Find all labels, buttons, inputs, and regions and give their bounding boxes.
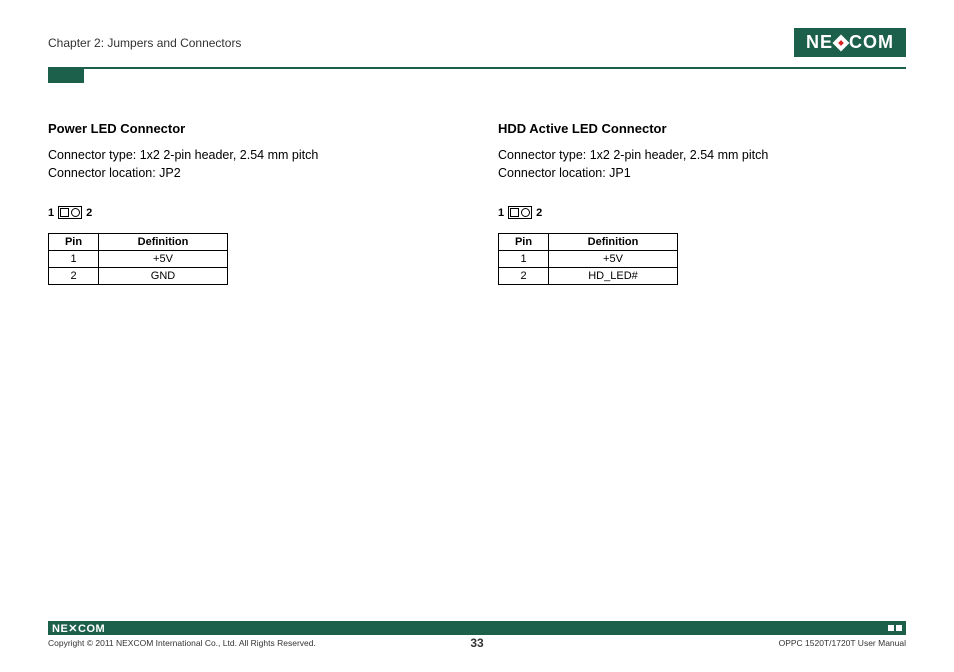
cell-def: HD_LED# xyxy=(549,268,678,285)
cell-def: +5V xyxy=(99,251,228,268)
left-connector-type: Connector type: 1x2 2-pin header, 2.54 m… xyxy=(48,146,448,164)
chapter-title: Chapter 2: Jumpers and Connectors xyxy=(48,36,241,50)
right-section-title: HDD Active LED Connector xyxy=(498,121,898,136)
page-number: 33 xyxy=(470,636,483,650)
right-pin-diagram: 1 2 xyxy=(498,206,898,219)
pin-square-icon xyxy=(510,208,519,217)
pin-circle-icon xyxy=(521,208,530,217)
right-connector-type: Connector type: 1x2 2-pin header, 2.54 m… xyxy=(498,146,898,164)
pin-circle-icon xyxy=(71,208,80,217)
cell-pin: 2 xyxy=(49,268,99,285)
footer-decoration-icon xyxy=(888,625,902,631)
right-column: HDD Active LED Connector Connector type:… xyxy=(498,121,898,285)
brand-logo: NE COM xyxy=(794,28,906,57)
pin-label-1: 1 xyxy=(498,207,504,219)
pin-header-icon xyxy=(58,206,82,219)
main-content: Power LED Connector Connector type: 1x2 … xyxy=(48,121,906,285)
right-connector-location: Connector location: JP1 xyxy=(498,164,898,182)
pin-label-1: 1 xyxy=(48,207,54,219)
footer-brand-pre: NE xyxy=(52,623,68,635)
cell-pin: 2 xyxy=(499,268,549,285)
footer-brand-post: COM xyxy=(78,623,105,635)
brand-x-icon xyxy=(833,34,850,51)
footer-bar: NE✕COM xyxy=(48,621,906,635)
cell-def: +5V xyxy=(549,251,678,268)
footer-text-row: Copyright © 2011 NEXCOM International Co… xyxy=(48,638,906,648)
footer-x-icon: ✕ xyxy=(68,623,78,635)
table-row: 2 HD_LED# xyxy=(499,268,678,285)
left-column: Power LED Connector Connector type: 1x2 … xyxy=(48,121,448,285)
copyright-text: Copyright © 2011 NEXCOM International Co… xyxy=(48,638,316,648)
chapter-tab-mark xyxy=(48,69,84,83)
page-header: Chapter 2: Jumpers and Connectors NE COM xyxy=(48,28,906,63)
cell-pin: 1 xyxy=(499,251,549,268)
page-footer: NE✕COM Copyright © 2011 NEXCOM Internati… xyxy=(48,621,906,648)
document-title: OPPC 1520T/1720T User Manual xyxy=(779,638,906,648)
pin-label-2: 2 xyxy=(536,207,542,219)
footer-logo: NE✕COM xyxy=(52,622,105,635)
table-row: 1 +5V xyxy=(499,251,678,268)
header-rule xyxy=(48,67,906,69)
cell-pin: 1 xyxy=(49,251,99,268)
table-row: 2 GND xyxy=(49,268,228,285)
cell-def: GND xyxy=(99,268,228,285)
left-pin-diagram: 1 2 xyxy=(48,206,448,219)
pin-header-icon xyxy=(508,206,532,219)
pin-label-2: 2 xyxy=(86,207,92,219)
table-header-def: Definition xyxy=(549,234,678,251)
table-header-pin: Pin xyxy=(49,234,99,251)
left-connector-location: Connector location: JP2 xyxy=(48,164,448,182)
table-header-def: Definition xyxy=(99,234,228,251)
left-pin-table: Pin Definition 1 +5V 2 GND xyxy=(48,233,228,285)
table-row: 1 +5V xyxy=(49,251,228,268)
pin-square-icon xyxy=(60,208,69,217)
table-header-pin: Pin xyxy=(499,234,549,251)
left-section-title: Power LED Connector xyxy=(48,121,448,136)
brand-text-post: COM xyxy=(849,32,894,53)
right-pin-table: Pin Definition 1 +5V 2 HD_LED# xyxy=(498,233,678,285)
brand-text-pre: NE xyxy=(806,32,833,53)
